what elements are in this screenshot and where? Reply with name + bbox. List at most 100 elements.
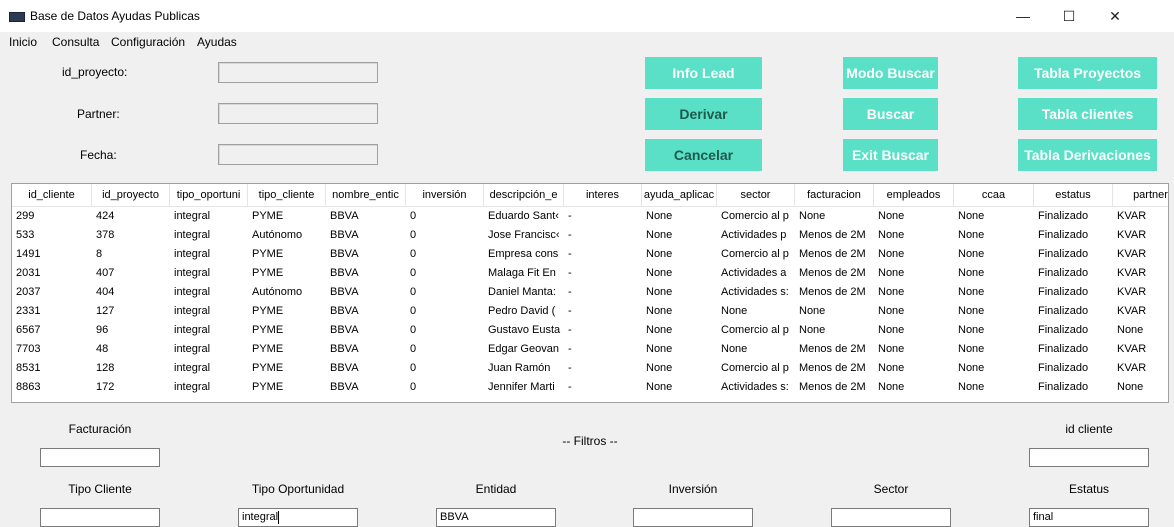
table-cell: 0 — [410, 362, 417, 374]
column-header[interactable]: facturacion — [795, 184, 874, 206]
column-header[interactable]: ayuda_aplicac — [642, 184, 717, 206]
column-header[interactable]: inversión — [406, 184, 484, 206]
column-header[interactable]: nombre_entic — [326, 184, 406, 206]
table-cell: None — [958, 362, 985, 374]
table-cell: - — [568, 267, 572, 279]
table-row[interactable]: 533 378 integral Autónomo BBVA 0 Jose Francisc… — [12, 226, 1168, 245]
table-cell: integral — [174, 210, 211, 222]
table-cell: None — [646, 343, 673, 355]
table-cell: None — [958, 286, 985, 298]
table-cell: None — [646, 286, 673, 298]
exit-buscar-button[interactable]: Exit Buscar — [843, 139, 938, 171]
table-cell: None — [878, 286, 905, 298]
tipo-oportunidad-filter-input[interactable]: integral — [238, 508, 358, 527]
estatus-filter-input[interactable]: final — [1029, 508, 1149, 527]
menu-configuracion[interactable]: Configuración — [111, 35, 185, 49]
id-proyecto-field[interactable] — [218, 62, 378, 83]
column-header[interactable]: interes — [564, 184, 642, 206]
column-header[interactable]: estatus — [1034, 184, 1113, 206]
table-cell: - — [568, 305, 572, 317]
table-cell: KVAR — [1117, 343, 1147, 355]
table-cell: None — [958, 210, 985, 222]
table-cell: None — [958, 381, 985, 393]
table-cell: 0 — [410, 229, 417, 241]
table-cell: 127 — [96, 305, 115, 317]
table-cell: Juan Ramón — [488, 362, 551, 374]
inversion-filter-input[interactable] — [633, 508, 753, 527]
derivar-button[interactable]: Derivar — [645, 98, 762, 130]
table-row[interactable]: 2031 407 integral PYME BBVA 0 Malaga Fit En - No… — [12, 264, 1168, 283]
menu-inicio[interactable]: Inicio — [9, 35, 37, 49]
table-cell: None — [646, 324, 673, 336]
fecha-field[interactable] — [218, 144, 378, 165]
minimize-button[interactable]: — — [1000, 0, 1046, 32]
table-row[interactable]: 6567 96 integral PYME BBVA 0 Gustavo Eusta - Non… — [12, 321, 1168, 340]
table-row[interactable]: 1491 8 integral PYME BBVA 0 Empresa cons - None C… — [12, 245, 1168, 264]
partner-field[interactable] — [218, 103, 378, 124]
table-cell: 407 — [96, 267, 115, 279]
table-cell: 8531 — [16, 362, 41, 374]
info-lead-button[interactable]: Info Lead — [645, 57, 762, 89]
table-cell: 533 — [16, 229, 35, 241]
tipo-cliente-filter-input[interactable] — [40, 508, 160, 527]
table-row[interactable]: 8531 128 integral PYME BBVA 0 Juan Ramón - None C… — [12, 359, 1168, 378]
tabla-derivaciones-button[interactable]: Tabla Derivaciones — [1018, 139, 1157, 171]
cancelar-button[interactable]: Cancelar — [645, 139, 762, 171]
menu-consulta[interactable]: Consulta — [52, 35, 99, 49]
table-row[interactable]: 7703 48 integral PYME BBVA 0 Edgar Geovan - None… — [12, 340, 1168, 359]
id-cliente-filter-input[interactable] — [1029, 448, 1149, 467]
table-cell: BBVA — [330, 229, 359, 241]
tabla-proyectos-button[interactable]: Tabla Proyectos — [1018, 57, 1157, 89]
id-cliente-label: id cliente — [1065, 422, 1113, 436]
table-row[interactable]: 299 424 integral PYME BBVA 0 Eduardo Sant‹ - Non… — [12, 207, 1168, 226]
table-cell: Comercio al p — [721, 210, 789, 222]
column-header[interactable]: id_cliente — [12, 184, 92, 206]
column-header[interactable]: tipo_cliente — [248, 184, 326, 206]
table-cell: Jennifer Marti — [488, 381, 555, 393]
table-cell: Actividades s: — [721, 381, 789, 393]
column-header[interactable]: empleados — [874, 184, 954, 206]
menu-ayudas[interactable]: Ayudas — [197, 35, 237, 49]
table-cell: Menos de 2M — [799, 381, 866, 393]
table-cell: BBVA — [330, 381, 359, 393]
table-cell: KVAR — [1117, 229, 1147, 241]
buscar-button[interactable]: Buscar — [843, 98, 938, 130]
table-cell: 0 — [410, 210, 417, 222]
table-cell: None — [646, 267, 673, 279]
tipo-oportunidad-label: Tipo Oportunidad — [251, 482, 345, 496]
table-cell: - — [568, 248, 572, 260]
table-cell: None — [958, 324, 985, 336]
table-row[interactable]: 2331 127 integral PYME BBVA 0 Pedro David (- No… — [12, 302, 1168, 321]
table-cell: PYME — [252, 248, 284, 260]
table-cell: integral — [174, 229, 211, 241]
table-row[interactable]: 8863 172 integral PYME BBVA 0 Jennifer Marti - N… — [12, 378, 1168, 397]
table-cell: 0 — [410, 343, 417, 355]
sector-label: Sector — [873, 482, 909, 496]
column-header[interactable]: tipo_oportuni — [170, 184, 248, 206]
table-cell: 2037 — [16, 286, 41, 298]
table-cell: None — [799, 324, 826, 336]
inversion-label: Inversión — [668, 482, 718, 496]
table-cell: KVAR — [1117, 267, 1147, 279]
table-cell: - — [568, 229, 572, 241]
column-header[interactable]: id_proyecto — [92, 184, 170, 206]
table-cell: Daniel Manta: — [488, 286, 556, 298]
table-cell: Edgar Geovan — [488, 343, 559, 355]
column-header[interactable]: sector — [717, 184, 795, 206]
close-button[interactable]: ✕ — [1092, 0, 1138, 32]
entidad-filter-input[interactable]: BBVA — [436, 508, 556, 527]
sector-filter-input[interactable] — [831, 508, 951, 527]
table-cell: - — [568, 210, 572, 222]
facturacion-filter-input[interactable] — [40, 448, 160, 467]
modo-buscar-button[interactable]: Modo Buscar — [843, 57, 938, 89]
column-header[interactable]: partner — [1113, 184, 1168, 206]
table-row[interactable]: 2037 404 integral Autónomo BBVA 0 Daniel Manta… — [12, 283, 1168, 302]
table-cell: - — [568, 343, 572, 355]
column-header[interactable]: ccaa — [954, 184, 1034, 206]
tabla-clientes-button[interactable]: Tabla clientes — [1018, 98, 1157, 130]
column-header[interactable]: descripción_e — [484, 184, 564, 206]
table-cell: Actividades p — [721, 229, 787, 241]
text-cursor — [278, 510, 280, 524]
results-table[interactable]: id_cliente id_proyecto tipo_oportuni tipo_c… — [11, 183, 1169, 403]
maximize-button[interactable]: ☐ — [1046, 0, 1092, 32]
